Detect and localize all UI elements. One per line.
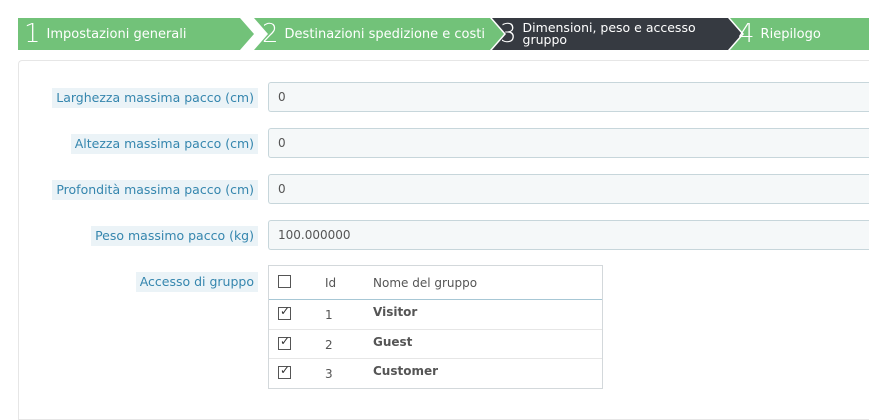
table-header: Id Nome del gruppo [269,266,602,300]
group-access-table: Id Nome del gruppo ✓ 1 Visitor ✓ 2 Guest… [268,265,603,389]
checkmark-icon: ✓ [280,334,291,348]
step-number: 1 [24,19,41,49]
wizard-step-4[interactable]: 4 Riepilogo [738,18,869,50]
max-height-label: Altezza massima pacco (cm) [70,134,258,154]
wizard-step-3[interactable]: 3 Dimensioni, peso e accesso gruppo [500,18,728,50]
max-width-input[interactable]: 0 [268,82,869,112]
group-checkbox[interactable]: ✓ [278,304,291,320]
step-label-line2: gruppo [522,32,568,47]
step-label: Dimensioni, peso e accesso gruppo [522,21,696,47]
group-checkbox[interactable]: ✓ [278,363,291,379]
max-weight-input[interactable]: 100.000000 [268,220,869,250]
step-number: 4 [738,19,755,49]
max-depth-input[interactable]: 0 [268,174,869,204]
group-name: Guest [373,335,413,349]
group-checkbox[interactable]: ✓ [278,334,291,350]
wizard-step-2[interactable]: 2 Destinazioni spedizione e costi [262,18,490,50]
group-name: Customer [373,364,439,378]
group-name: Visitor [373,305,418,319]
table-row: ✓ 2 Guest [269,329,602,358]
step-arrow-icon [240,18,254,50]
wizard-step-1[interactable]: 1 Impostazioni generali [18,18,240,50]
group-access-label: Accesso di gruppo [135,272,258,292]
column-header-id: Id [325,276,337,290]
step-number: 2 [262,19,279,49]
max-width-label: Larghezza massima pacco (cm) [52,88,258,108]
select-all-checkbox[interactable] [278,275,291,288]
wizard-steps: 1 Impostazioni generali 2 Destinazioni s… [18,18,869,50]
table-row: ✓ 3 Customer [269,358,602,387]
column-header-name: Nome del gruppo [373,276,478,290]
step-number: 3 [500,19,517,49]
step-label: Impostazioni generali [46,26,187,42]
group-id: 1 [325,308,333,322]
step-label: Destinazioni spedizione e costi [284,26,485,42]
max-weight-label: Peso massimo pacco (kg) [91,226,258,246]
max-depth-label: Profondità massima pacco (cm) [52,180,258,200]
checkmark-icon: ✓ [280,304,291,318]
max-height-input[interactable]: 0 [268,128,869,158]
group-id: 3 [325,367,333,381]
step-label: Riepilogo [760,26,821,42]
checkmark-icon: ✓ [280,363,291,377]
table-row: ✓ 1 Visitor [269,300,602,329]
group-id: 2 [325,338,333,352]
